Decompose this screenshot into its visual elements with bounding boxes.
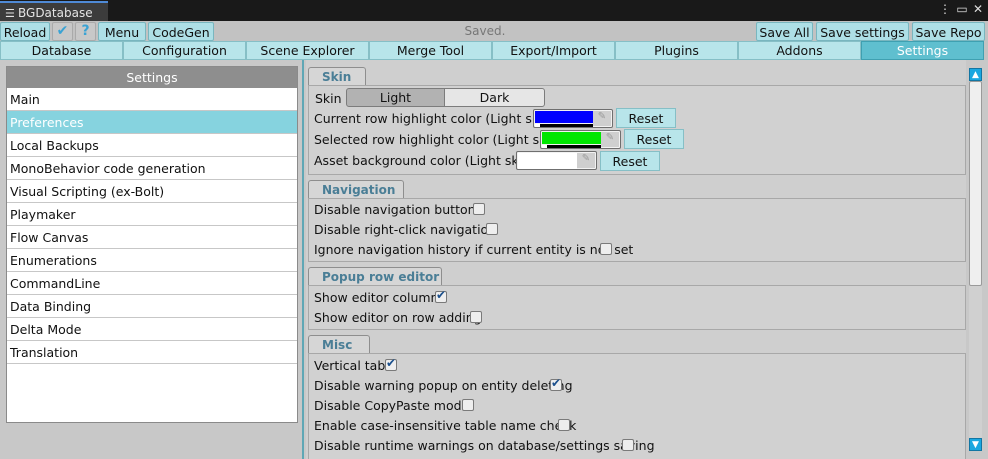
disable-runtime-warnings-label: Disable runtime warnings on database/set… [314, 438, 655, 453]
tab-database[interactable]: Database [0, 41, 123, 60]
vertical-scrollbar[interactable]: ▲ ▼ [966, 60, 988, 459]
disable-right-click-navigation-label: Disable right-click navigation [314, 222, 497, 237]
save-all-button[interactable]: Save All [756, 22, 813, 41]
validate-icon[interactable]: ✔ [52, 22, 73, 41]
disable-right-click-navigation-checkbox[interactable] [486, 223, 498, 235]
sidebar-item-visual-scripting[interactable]: Visual Scripting (ex-Bolt) [7, 180, 297, 203]
sidebar-item-data-binding[interactable]: Data Binding [7, 295, 297, 318]
preferences-panel: Skin Skin Light Dark Current row highlig… [306, 60, 966, 459]
skin-dark-button[interactable]: Dark [444, 88, 545, 107]
close-icon[interactable]: ✕ [971, 2, 985, 16]
sidebar-item-preferences[interactable]: Preferences [7, 111, 297, 134]
sidebar-item-monobehavior-code-generation[interactable]: MonoBehavior code generation [7, 157, 297, 180]
tab-plugins[interactable]: Plugins [615, 41, 738, 60]
save-repo-button[interactable]: Save Repo [912, 22, 985, 41]
settings-list: Settings Main Preferences Local Backups … [6, 66, 298, 423]
disable-warning-popup-checkbox[interactable] [550, 376, 562, 391]
save-settings-button[interactable]: Save settings [816, 22, 909, 41]
disable-navigation-buttons-label: Disable navigation buttons [314, 202, 483, 217]
window-menu-icon: ☰ [5, 7, 15, 20]
disable-copypaste-label: Disable CopyPaste mode [314, 398, 470, 413]
tab-merge-tool[interactable]: Merge Tool [369, 41, 492, 60]
sidebar-item-enumerations[interactable]: Enumerations [7, 249, 297, 272]
misc-section-title: Misc [308, 335, 370, 353]
disable-runtime-warnings-checkbox[interactable] [622, 439, 634, 451]
codegen-button[interactable]: CodeGen [148, 22, 214, 41]
disable-warning-popup-label: Disable warning popup on entity deleting [314, 378, 573, 393]
sidebar-item-local-backups[interactable]: Local Backups [7, 134, 297, 157]
skin-section-title: Skin [308, 67, 366, 85]
show-editor-column-checkbox[interactable] [435, 288, 447, 303]
current-row-color-label: Current row highlight color (Light skin) [314, 111, 556, 126]
asset-bg-color-field[interactable]: ✎ [516, 151, 597, 170]
menu-button[interactable]: Menu [98, 22, 146, 41]
sidebar-item-main[interactable]: Main [7, 88, 297, 111]
reset-current-row-button[interactable]: Reset [616, 108, 676, 128]
reset-selected-row-button[interactable]: Reset [624, 129, 684, 149]
case-insensitive-check-checkbox[interactable] [558, 419, 570, 431]
reset-asset-bg-button[interactable]: Reset [600, 151, 660, 171]
maximize-icon[interactable]: ▭ [955, 2, 969, 16]
reload-button[interactable]: Reload [0, 22, 50, 41]
scroll-thumb[interactable] [969, 81, 982, 286]
window-title-bar: ☰ BGDatabase ⋮ ▭ ✕ [0, 0, 988, 21]
settings-sidebar: Settings Main Preferences Local Backups … [0, 60, 304, 459]
eyedropper-icon[interactable]: ✎ [593, 111, 611, 126]
eyedropper-icon[interactable]: ✎ [601, 132, 619, 147]
tab-configuration[interactable]: Configuration [123, 41, 246, 60]
tab-scene-explorer[interactable]: Scene Explorer [246, 41, 369, 60]
ignore-navigation-history-checkbox[interactable] [600, 243, 612, 255]
toolbar: Reload ✔ ? Menu CodeGen Saved. Save All … [0, 21, 988, 41]
show-editor-on-row-adding-label: Show editor on row adding [314, 310, 482, 325]
case-insensitive-check-label: Enable case-insensitive table name check [314, 418, 577, 433]
help-icon[interactable]: ? [75, 22, 96, 41]
sidebar-item-translation[interactable]: Translation [7, 341, 297, 364]
window-title: BGDatabase [18, 6, 93, 20]
selected-row-color-field[interactable]: ✎ [540, 130, 621, 149]
sidebar-item-flow-canvas[interactable]: Flow Canvas [7, 226, 297, 249]
save-status: Saved. [464, 24, 506, 38]
vertical-tab-checkbox[interactable] [385, 356, 397, 371]
tab-settings[interactable]: Settings [861, 41, 984, 60]
current-row-color-swatch [535, 111, 593, 123]
scroll-up-icon[interactable]: ▲ [969, 68, 982, 81]
asset-bg-color-swatch [518, 153, 577, 169]
vertical-tab-label: Vertical tab [314, 358, 386, 373]
show-editor-on-row-adding-checkbox[interactable] [470, 311, 482, 323]
tab-addons[interactable]: Addons [738, 41, 861, 60]
selected-row-color-label: Selected row highlight color (Light skin… [314, 132, 563, 147]
sidebar-item-commandline[interactable]: CommandLine [7, 272, 297, 295]
disable-copypaste-checkbox[interactable] [462, 399, 474, 411]
asset-bg-color-label: Asset background color (Light skin) [314, 153, 535, 168]
tab-export-import[interactable]: Export/Import [492, 41, 615, 60]
ignore-navigation-history-label: Ignore navigation history if current ent… [314, 242, 634, 257]
skin-light-button[interactable]: Light [346, 88, 445, 107]
popup-editor-section-title: Popup row editor [308, 267, 442, 285]
eyedropper-icon[interactable]: ✎ [577, 153, 595, 168]
sidebar-item-delta-mode[interactable]: Delta Mode [7, 318, 297, 341]
settings-list-header: Settings [7, 67, 297, 88]
sidebar-item-playmaker[interactable]: Playmaker [7, 203, 297, 226]
show-editor-column-label: Show editor column [314, 290, 439, 305]
current-row-color-field[interactable]: ✎ [533, 109, 613, 128]
scroll-down-icon[interactable]: ▼ [969, 438, 982, 451]
window-tab[interactable]: ☰ BGDatabase [0, 1, 108, 21]
main-tabs: Database Configuration Scene Explorer Me… [0, 41, 988, 60]
more-options-icon[interactable]: ⋮ [938, 2, 952, 16]
selected-row-color-swatch [542, 132, 601, 144]
disable-navigation-buttons-checkbox[interactable] [473, 203, 485, 215]
skin-label: Skin [315, 91, 342, 106]
navigation-section-title: Navigation [308, 180, 404, 198]
